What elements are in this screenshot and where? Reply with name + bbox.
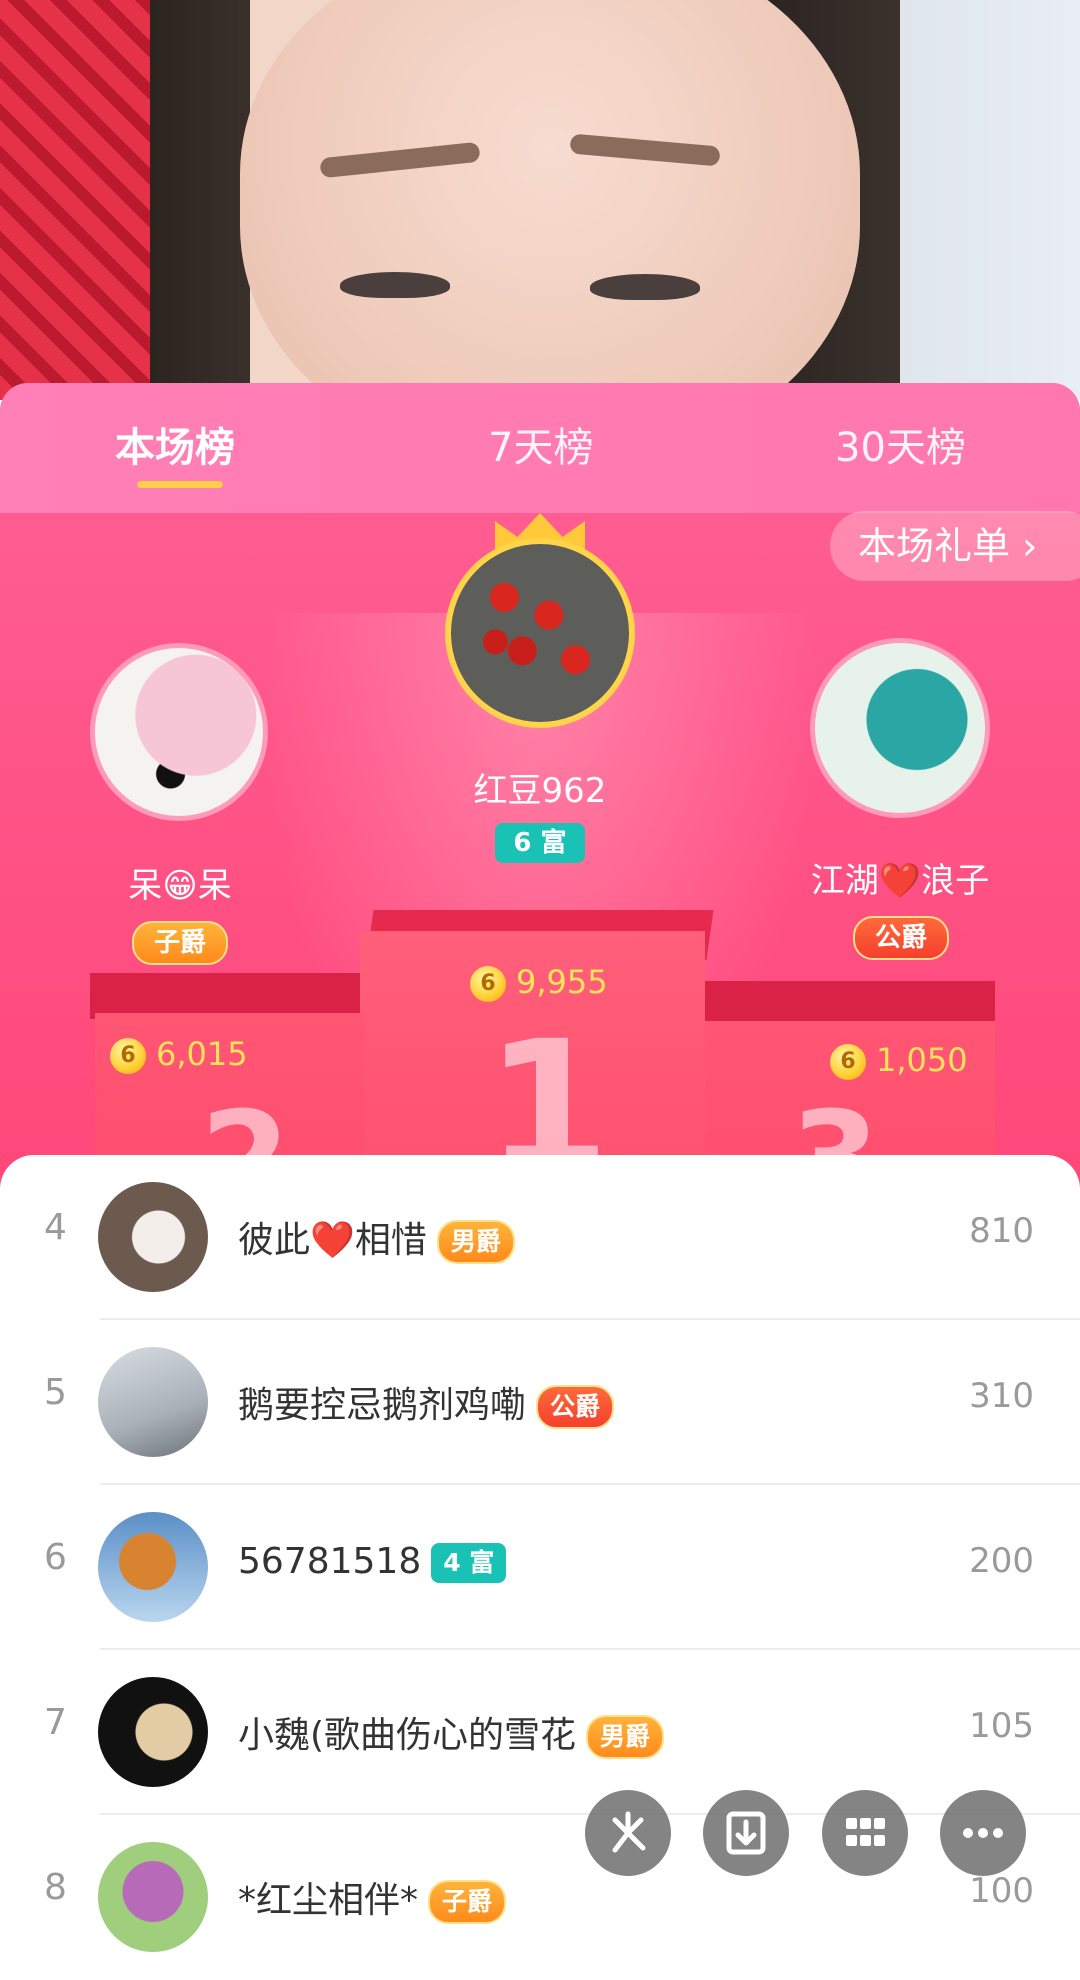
top3-noble-badge: 公爵 — [853, 916, 949, 960]
tab-30-days[interactable]: 30天榜 — [835, 415, 966, 473]
coin-icon: 6 — [110, 1038, 146, 1074]
active-tab-indicator — [137, 481, 223, 488]
grid-icon[interactable] — [822, 1790, 908, 1876]
user-name: 鹅要控忌鹅剂鸡嘞 公爵 — [238, 1376, 615, 1429]
user-name: 小魏(歌曲伤心的雪花 男爵 — [238, 1706, 665, 1759]
user-score: 105 — [969, 1706, 1034, 1746]
live-video — [0, 0, 1080, 400]
avatar[interactable] — [98, 1677, 208, 1787]
rich-badge: 4 富 — [431, 1543, 507, 1583]
rank-number: 5 — [44, 1372, 67, 1413]
left-eye — [340, 272, 450, 298]
more-icon[interactable] — [940, 1790, 1026, 1876]
list-item[interactable]: 8 *红尘相伴* 子爵 100 — [0, 1815, 1080, 1980]
noble-badge: 子爵 — [428, 1880, 507, 1924]
top2-name: 呆😁呆 — [128, 866, 232, 906]
rank-number: 7 — [44, 1702, 67, 1743]
noble-badge: 公爵 — [536, 1385, 615, 1429]
top2-noble-badge: 子爵 — [132, 921, 228, 965]
streamer-face — [240, 0, 860, 400]
top1-name: 红豆962 — [473, 771, 607, 811]
top2-avatar[interactable] — [90, 643, 268, 821]
top3-avatar[interactable] — [810, 638, 990, 818]
avatar[interactable] — [98, 1347, 208, 1457]
top1-avatar[interactable] — [445, 538, 635, 728]
download-icon[interactable] — [703, 1790, 789, 1876]
top3-name: 江湖❤️浪子 — [810, 861, 990, 901]
top1-rich-badge: 6 富 — [495, 823, 585, 863]
top3-score: 6 1,050 — [830, 1041, 968, 1080]
right-eye — [590, 274, 700, 300]
gift-list-button[interactable]: 本场礼单 › — [830, 511, 1080, 581]
user-score: 200 — [969, 1541, 1034, 1581]
user-name: 彼此❤️相惜 男爵 — [238, 1211, 515, 1264]
ranking-tabs: 本场榜 7天榜 30天榜 — [0, 383, 1080, 513]
avatar[interactable] — [98, 1182, 208, 1292]
tab-current-session[interactable]: 本场榜 — [115, 415, 235, 473]
rank-number: 4 — [44, 1207, 67, 1248]
avatar[interactable] — [98, 1512, 208, 1622]
avatar[interactable] — [98, 1842, 208, 1952]
user-name: *红尘相伴* 子爵 — [238, 1871, 507, 1924]
user-score: 100 — [969, 1871, 1034, 1911]
rank-number: 6 — [44, 1537, 67, 1578]
noble-badge: 男爵 — [586, 1715, 665, 1759]
ranking-list: 4 彼此❤️相惜 男爵 810 5 鹅要控忌鹅剂鸡嘞 公爵 310 6 567815… — [0, 1155, 1080, 1952]
top2-score: 6 6,015 — [110, 1035, 248, 1074]
list-item[interactable]: 6 56781518 4 富 200 — [0, 1485, 1080, 1650]
noble-badge: 男爵 — [436, 1220, 515, 1264]
list-item[interactable]: 5 鹅要控忌鹅剂鸡嘞 公爵 310 — [0, 1320, 1080, 1485]
red-knot-decoration — [0, 0, 150, 400]
pinwheel-icon[interactable] — [585, 1790, 671, 1876]
rank-number: 8 — [44, 1867, 67, 1908]
list-item[interactable]: 7 小魏(歌曲伤心的雪花 男爵 105 — [0, 1650, 1080, 1815]
user-name: 56781518 4 富 — [238, 1541, 507, 1583]
user-score: 810 — [969, 1211, 1034, 1251]
coin-icon: 6 — [830, 1044, 866, 1080]
user-score: 310 — [969, 1376, 1034, 1416]
tab-7-days[interactable]: 7天榜 — [488, 415, 593, 473]
list-item[interactable]: 4 彼此❤️相惜 男爵 810 — [0, 1155, 1080, 1320]
top1-score: 6 9,955 — [470, 963, 608, 1002]
coin-icon: 6 — [470, 966, 506, 1002]
